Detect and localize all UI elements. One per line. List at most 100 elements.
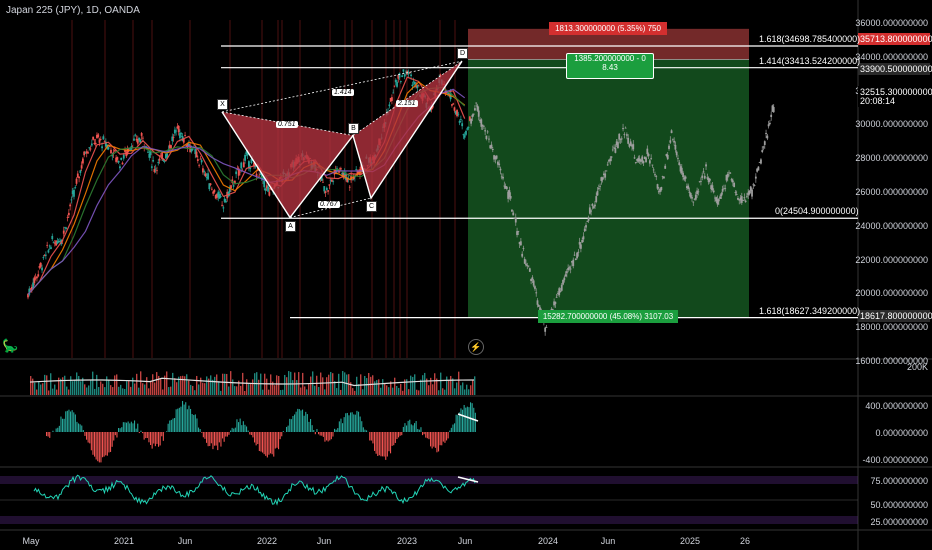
volume-bar (136, 373, 138, 395)
macd-bar (278, 432, 280, 450)
candle-body (622, 128, 624, 130)
volume-bar (328, 374, 330, 395)
candle-body (645, 157, 647, 163)
macd-bar (386, 432, 388, 457)
candle-body (156, 170, 158, 172)
volume-bar (396, 385, 398, 395)
macd-bar (308, 421, 310, 432)
candle-body (210, 188, 213, 190)
candle-body (606, 164, 609, 166)
macd-bar (265, 432, 267, 456)
lightning-icon[interactable]: ⚡ (468, 339, 484, 355)
volume-bar (326, 377, 328, 395)
macd-bar (289, 418, 291, 432)
candle-body (213, 189, 216, 193)
candle-body (120, 157, 123, 160)
candle-body (101, 146, 103, 149)
pattern-point-d: D (457, 48, 468, 60)
candle-body (734, 192, 737, 193)
candle-body (338, 171, 341, 173)
macd-bar (183, 404, 185, 432)
macd-bar (241, 425, 243, 432)
volume-bar (400, 383, 402, 395)
candle-body (502, 176, 504, 179)
chart-canvas[interactable] (0, 0, 932, 550)
candle-body (654, 174, 656, 176)
macd-bar (47, 432, 49, 437)
volume-bar (226, 373, 228, 395)
candle-body (642, 160, 645, 164)
volume-bar (434, 373, 436, 395)
volume-bar (362, 389, 364, 395)
macd-bar (95, 432, 97, 460)
macd-bar (385, 432, 387, 460)
macd-bar (345, 413, 347, 432)
macd-bar (71, 410, 73, 432)
volume-bar (112, 387, 114, 395)
macd-bar (130, 421, 132, 432)
volume-bar (126, 381, 128, 395)
price-tag: 18617.800000000 (858, 310, 932, 322)
indicator-axis-tick: 75.000000000 (870, 476, 928, 486)
macd-bar (340, 418, 342, 432)
volume-bar (130, 386, 132, 395)
macd-bar (258, 432, 260, 452)
candle-body (580, 244, 582, 249)
macd-bar (399, 432, 401, 436)
macd-bar (188, 405, 190, 432)
pattern-point-x: X (217, 98, 228, 110)
volume-bar (370, 376, 372, 395)
price-tag: 20:08:14 (858, 95, 930, 107)
candle-body (463, 135, 466, 138)
candle-body (678, 162, 681, 166)
macd-bar (209, 432, 211, 446)
volume-bar (110, 385, 112, 395)
macd-bar (420, 427, 422, 432)
candle-body (735, 194, 738, 195)
volume-bar (474, 376, 476, 395)
candle-body (527, 265, 530, 267)
candle-body (591, 203, 594, 206)
candle-body (700, 181, 702, 182)
macd-bar (239, 418, 241, 432)
candle-body (641, 156, 644, 162)
time-axis-tick: Jun (600, 536, 616, 546)
candle-body (411, 84, 414, 87)
candle-body (452, 103, 455, 105)
candle-body (611, 149, 614, 151)
candle-body (534, 286, 536, 289)
volume-bar (292, 380, 294, 395)
price-axis-tick: 24000.000000000 (855, 220, 928, 231)
volume-bar (64, 375, 66, 395)
candle-body (767, 124, 770, 127)
candle-body (51, 235, 54, 240)
volume-bar (38, 381, 40, 395)
candle-body (207, 173, 209, 180)
volume-bar (458, 371, 460, 395)
volume-bar (80, 381, 82, 395)
macd-bar (244, 424, 246, 432)
macd-bar (394, 432, 396, 443)
candle-body (596, 190, 599, 196)
macd-bar (441, 432, 443, 446)
candle-body (572, 259, 575, 266)
candle-body (456, 110, 458, 117)
volume-bar (170, 386, 172, 395)
volume-bar (66, 386, 68, 395)
candle-body (324, 191, 327, 194)
candle-body (726, 173, 729, 178)
candle-body (462, 134, 465, 136)
macd-bar (231, 427, 233, 432)
volume-bar (306, 389, 308, 395)
macd-bar (166, 431, 168, 432)
macd-bar (444, 432, 446, 443)
candle-body (692, 201, 695, 203)
volume-bar (282, 389, 284, 395)
candle-body (414, 81, 416, 85)
indicator-axis-tick: 400.000000000 (865, 401, 928, 411)
candle-body (687, 185, 690, 189)
fib-level-label: 1.414(33413.524200000) (759, 55, 861, 66)
macd-bar (138, 432, 140, 434)
candle-body (267, 186, 269, 192)
candle-body (742, 200, 744, 201)
